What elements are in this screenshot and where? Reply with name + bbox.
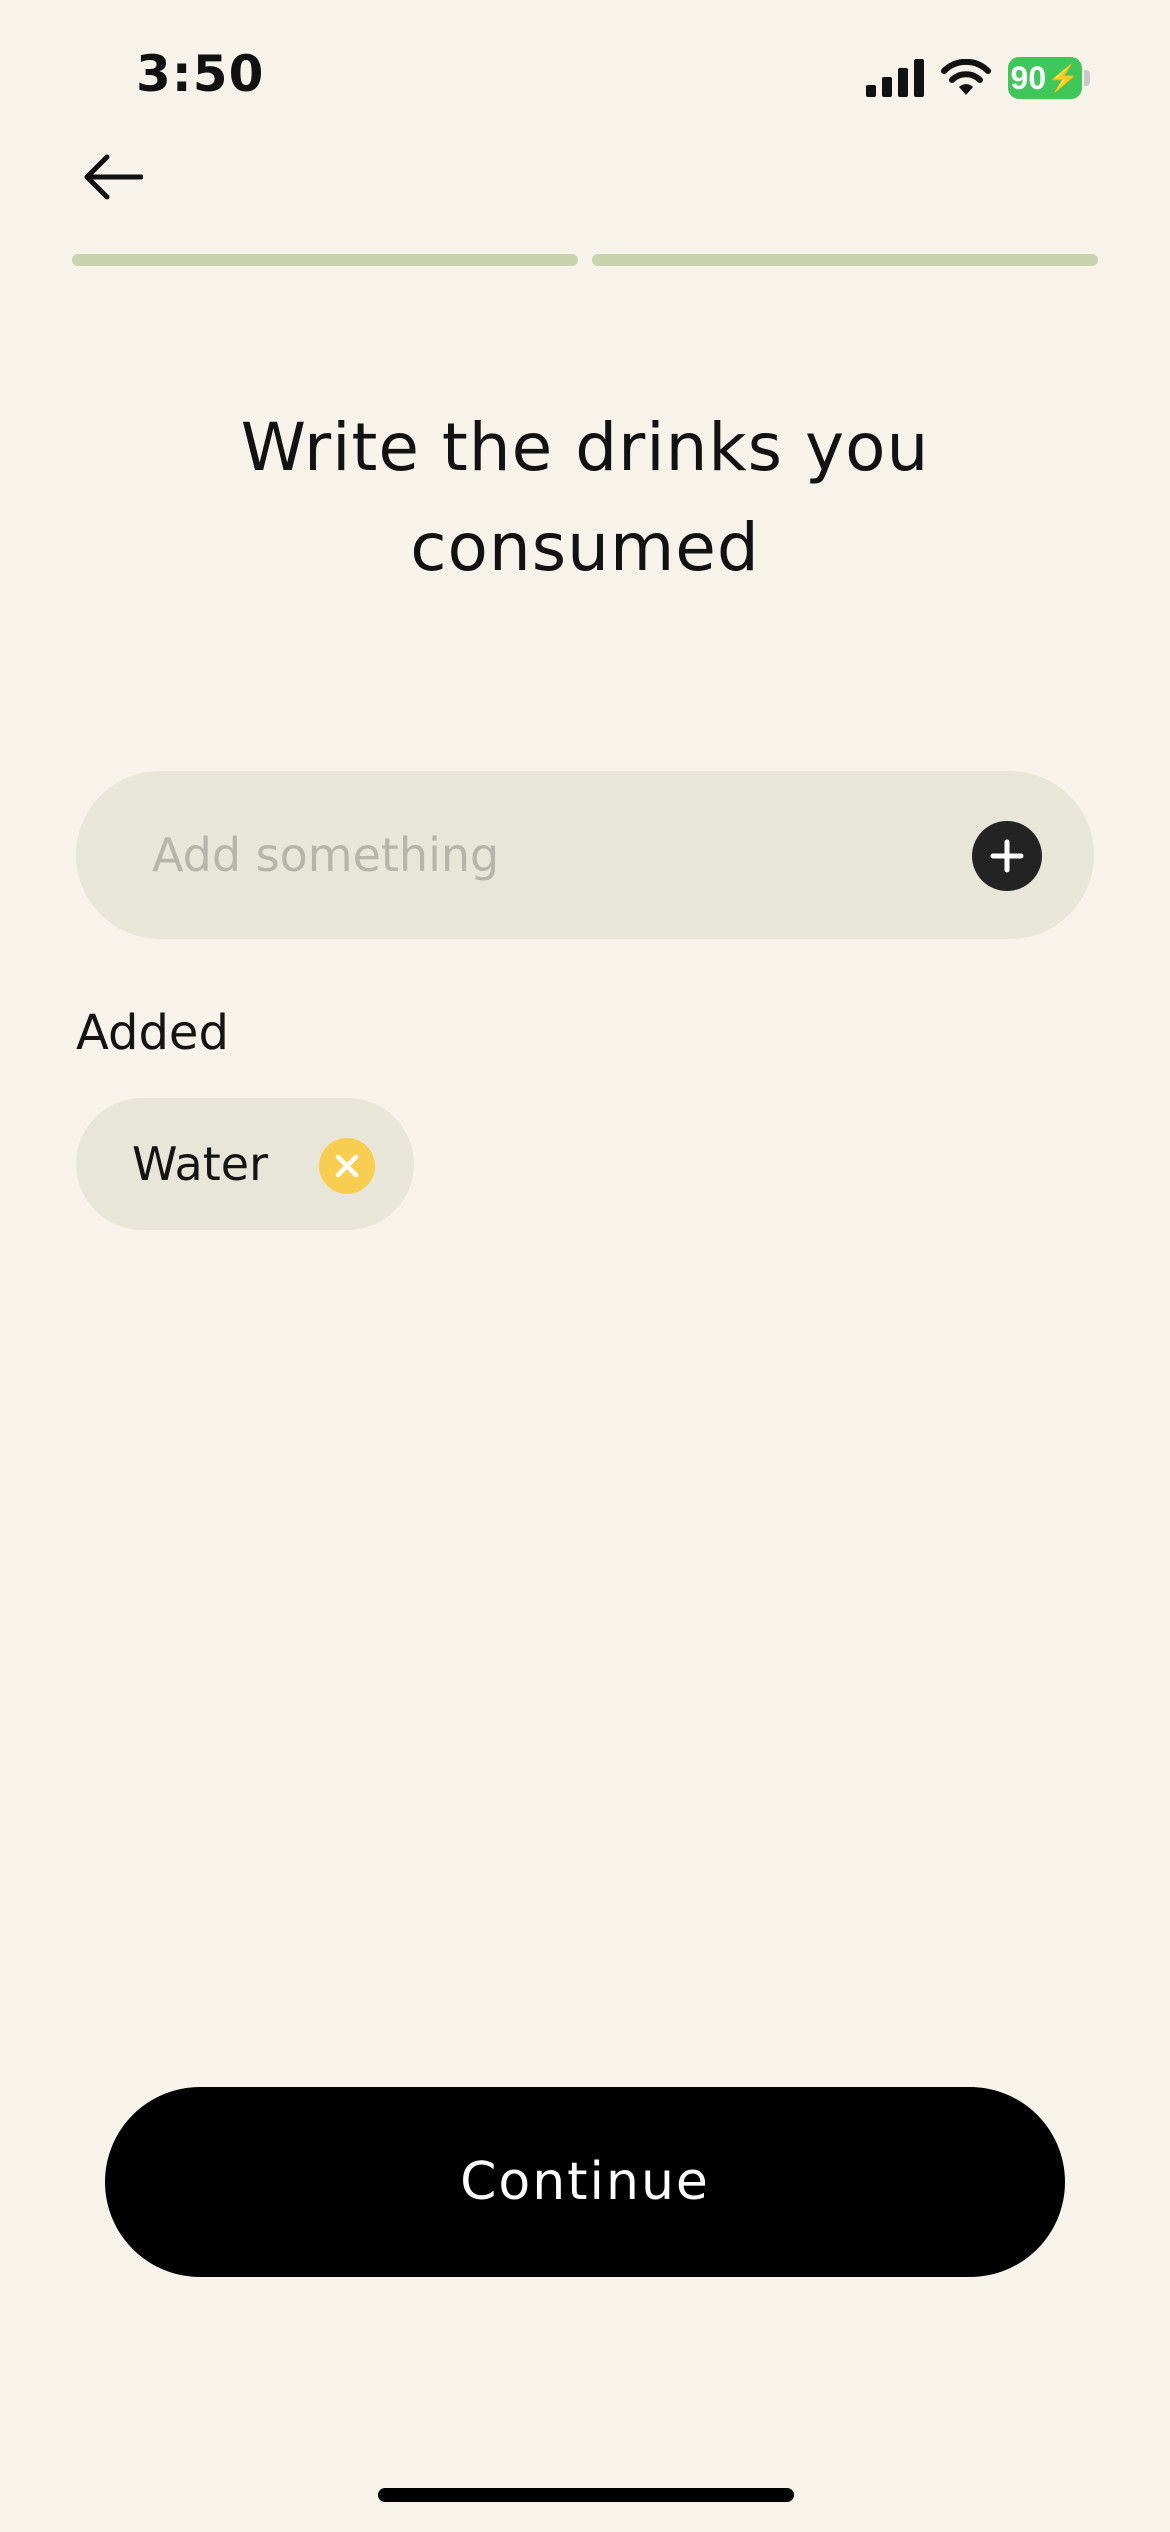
wifi-icon [941, 59, 991, 95]
progress-step-1 [72, 254, 578, 266]
signal-icon [866, 59, 924, 97]
remove-item-button[interactable] [319, 1138, 375, 1194]
add-button[interactable] [972, 821, 1042, 891]
battery-icon: 90 ⚡ [1008, 57, 1090, 99]
battery-percent: 90 [1010, 60, 1047, 96]
charging-bolt-icon: ⚡ [1047, 63, 1080, 93]
arrow-left-icon [84, 154, 143, 200]
home-indicator [378, 2488, 794, 2502]
plus-icon [990, 839, 1024, 873]
status-time: 3:50 [136, 45, 265, 103]
back-button[interactable] [72, 142, 154, 212]
status-icons: 90 ⚡ [866, 56, 1090, 100]
added-item-label: Water [132, 1137, 268, 1191]
battery-body: 90 ⚡ [1008, 57, 1082, 99]
added-section-label: Added [76, 1005, 229, 1061]
progress-bar [72, 254, 1098, 266]
battery-cap [1084, 70, 1090, 86]
drink-input-field [76, 771, 1094, 939]
page-title: Write the drinks you consumed [240, 409, 930, 586]
drink-input[interactable] [152, 771, 952, 939]
continue-button[interactable]: Continue [105, 2087, 1065, 2277]
added-item-chip: Water [76, 1098, 414, 1230]
close-icon [335, 1154, 359, 1178]
status-bar: 3:50 90 ⚡ [0, 0, 1170, 140]
progress-step-2 [592, 254, 1098, 266]
